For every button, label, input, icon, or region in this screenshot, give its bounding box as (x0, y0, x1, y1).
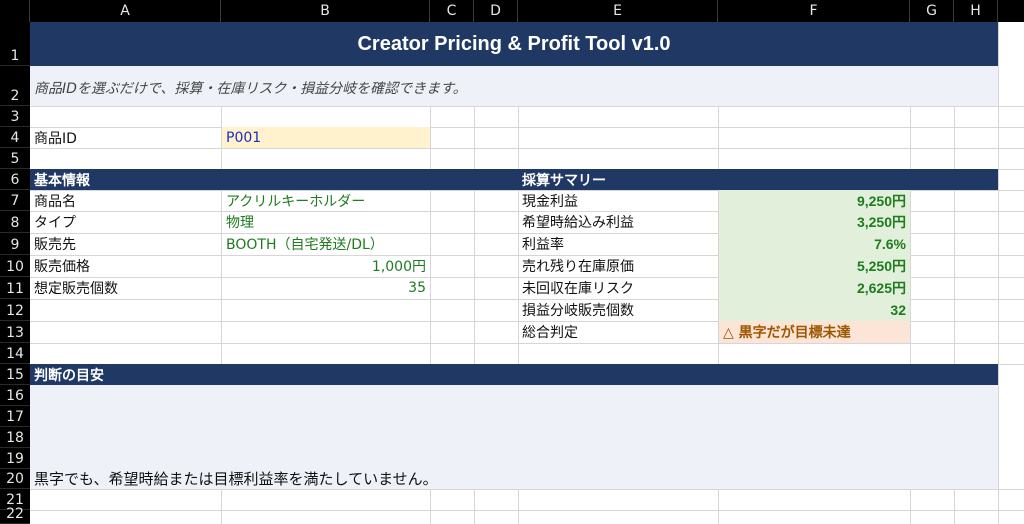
basic-info-value-price[interactable]: 1,000円 (222, 255, 430, 277)
summary-label-verdict: 総合判定 (522, 325, 578, 341)
summary-value-cash-profit[interactable]: 9,250円 (719, 190, 910, 211)
basic-info-label-channel: 販売先 (34, 237, 76, 253)
row-header-4[interactable]: 4 (0, 127, 30, 148)
column-header-h[interactable]: H (954, 0, 998, 22)
guidance-text: 黒字でも、希望時給または目標利益率を満たしていません。 (34, 469, 438, 488)
summary-label-breakeven: 損益分岐販売個数 (522, 303, 634, 319)
summary-label-wage-profit: 希望時給込み利益 (522, 215, 634, 231)
summary-header: 採算サマリー (518, 169, 998, 190)
basic-info-value-name[interactable]: アクリルキーホルダー (222, 190, 430, 211)
summary-value-inventory-risk[interactable]: 2,625円 (719, 277, 910, 299)
product-id-input[interactable]: P001 (222, 127, 430, 148)
row-header-7[interactable]: 7 (0, 190, 30, 211)
row-header-8[interactable]: 8 (0, 211, 30, 233)
basic-info-value-quantity[interactable]: 35 (222, 277, 430, 299)
row-header-17[interactable]: 17 (0, 406, 30, 427)
summary-value-breakeven[interactable]: 32 (719, 299, 910, 321)
row-header-10[interactable]: 10 (0, 255, 30, 277)
summary-label-cash-profit: 現金利益 (522, 193, 578, 210)
basic-info-value-type[interactable]: 物理 (222, 211, 430, 233)
row-header-14[interactable]: 14 (0, 343, 30, 364)
spreadsheet: A B C D E F G H 1 2 3 4 5 6 7 8 9 10 11 … (0, 0, 1024, 524)
row-header-16[interactable]: 16 (0, 385, 30, 406)
row-header-15[interactable]: 15 (0, 364, 30, 385)
row-header-2[interactable]: 2 (0, 66, 30, 106)
row-header-19[interactable]: 19 (0, 448, 30, 469)
row-header-6[interactable]: 6 (0, 169, 30, 190)
basic-info-label-price: 販売価格 (34, 259, 90, 275)
summary-value-unsold-cost[interactable]: 5,250円 (719, 255, 910, 277)
select-all-corner[interactable] (0, 0, 30, 22)
row-header-22[interactable]: 22 (0, 506, 30, 524)
cell-grid[interactable]: Creator Pricing & Profit Tool v1.0 商品IDを… (30, 22, 1024, 524)
column-header-f[interactable]: F (718, 0, 910, 22)
column-header-d[interactable]: D (474, 0, 518, 22)
title-banner: Creator Pricing & Profit Tool v1.0 (30, 22, 998, 66)
row-header-12[interactable]: 12 (0, 299, 30, 321)
summary-value-verdict[interactable]: △ 黒字だが目標未達 (719, 321, 910, 343)
column-header-b[interactable]: B (221, 0, 430, 22)
summary-label-unsold-cost: 売れ残り在庫原価 (522, 259, 634, 275)
summary-value-wage-profit[interactable]: 3,250円 (719, 211, 910, 233)
row-header-9[interactable]: 9 (0, 233, 30, 255)
row-header-3[interactable]: 3 (0, 106, 30, 127)
basic-info-header: 基本情報 (30, 169, 430, 190)
column-header-g[interactable]: G (910, 0, 954, 22)
column-header-a[interactable]: A (30, 0, 221, 22)
summary-value-margin[interactable]: 7.6% (719, 233, 910, 255)
basic-info-label-quantity: 想定販売個数 (34, 281, 118, 297)
basic-info-header-fill (430, 169, 518, 190)
row-header-11[interactable]: 11 (0, 277, 30, 299)
row-header-18[interactable]: 18 (0, 427, 30, 448)
row-header-13[interactable]: 13 (0, 321, 30, 343)
row-header-5[interactable]: 5 (0, 148, 30, 169)
basic-info-value-channel[interactable]: BOOTH（自宅発送/DL） (222, 233, 430, 255)
summary-label-inventory-risk: 未回収在庫リスク (522, 281, 634, 297)
subtitle: 商品IDを選ぶだけで、採算・在庫リスク・損益分岐を確認できます。 (30, 66, 998, 106)
guidance-header: 判断の目安 (30, 364, 998, 385)
column-header-c[interactable]: C (430, 0, 474, 22)
row-header-20[interactable]: 20 (0, 469, 30, 489)
product-id-label: 商品ID (34, 130, 77, 147)
basic-info-label-name: 商品名 (34, 193, 76, 210)
row-header-1[interactable]: 1 (0, 22, 30, 66)
summary-label-margin: 利益率 (522, 237, 564, 253)
basic-info-label-type: タイプ (34, 215, 76, 231)
column-header-e[interactable]: E (518, 0, 718, 22)
